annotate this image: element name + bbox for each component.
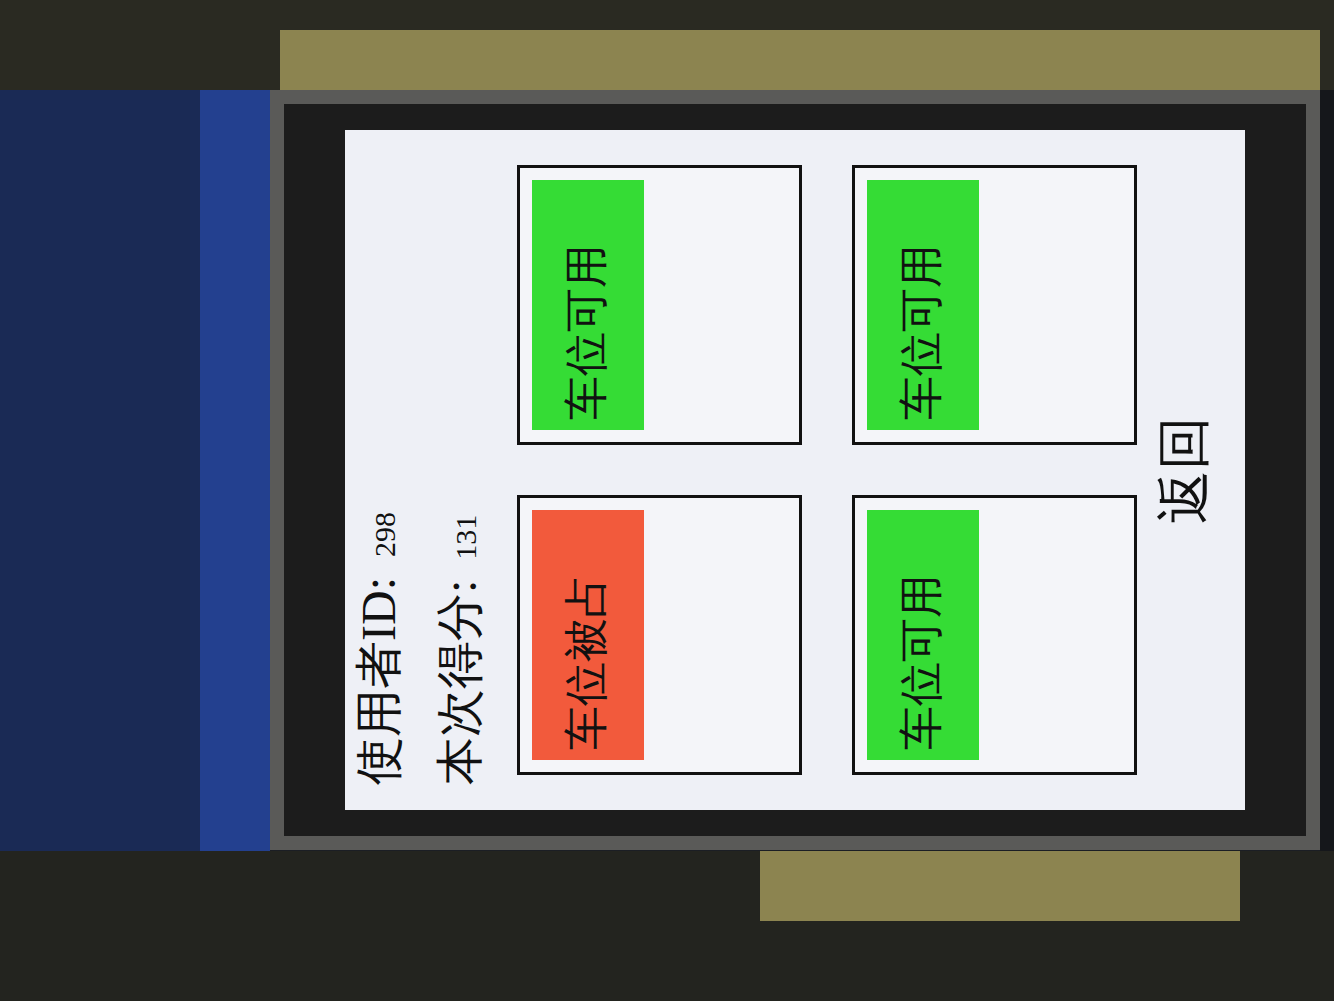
info-row: 使用者ID:298 — [353, 155, 406, 785]
available-status-bar: 车位可用 — [867, 180, 979, 430]
available-status-bar: 车位可用 — [532, 180, 644, 430]
parking-space-card[interactable]: 车位可用 — [517, 165, 802, 445]
occupied-status-bar: 车位被占 — [532, 510, 644, 760]
available-status-bar: 车位可用 — [867, 510, 979, 760]
info-row: 本次得分:131 — [434, 155, 487, 785]
parking-space-card[interactable]: 车位被占 — [517, 495, 802, 775]
photo: 使用者ID:298本次得分:131车位被占车位可用车位可用车位可用返回 — [0, 0, 1334, 1001]
header-pins-top — [0, 0, 1334, 90]
parking-space-card[interactable]: 车位可用 — [852, 495, 1137, 775]
parking-space-card[interactable]: 车位可用 — [852, 165, 1137, 445]
parking-grid: 车位被占车位可用车位可用车位可用 — [517, 155, 1137, 785]
header-pins-bottom — [0, 851, 1334, 1001]
pcb-board — [0, 90, 270, 851]
lcd-screen: 使用者ID:298本次得分:131车位被占车位可用车位可用车位可用返回 — [345, 130, 1245, 810]
info-panel: 使用者ID:298 本次得分:131 — [353, 155, 487, 785]
back-button[interactable]: 返回 — [1155, 406, 1214, 534]
tft-bezel: 使用者ID:298本次得分:131车位被占车位可用车位可用车位可用返回 — [270, 90, 1320, 850]
